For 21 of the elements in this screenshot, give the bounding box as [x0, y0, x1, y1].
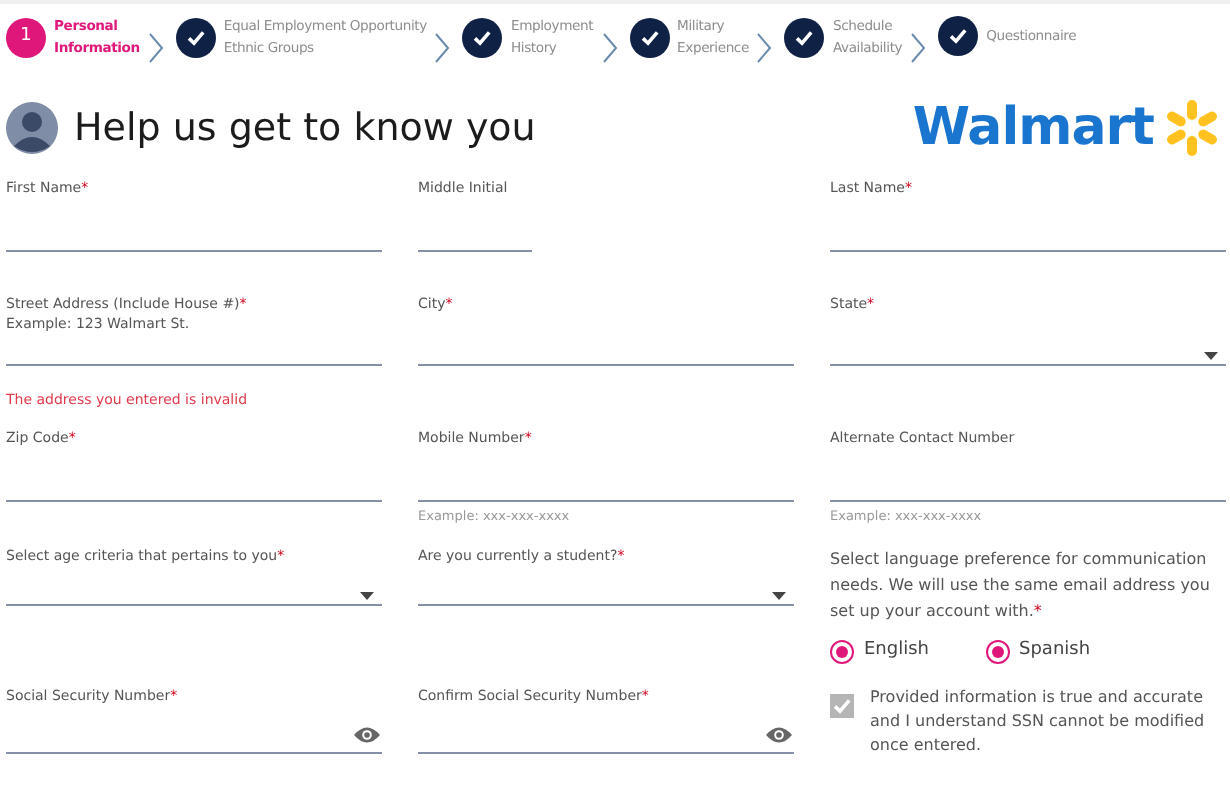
chevron-icon [434, 31, 451, 64]
consent-text: Provided information is true and accurate and I understand SSN cannot be modified once entered. [870, 685, 1207, 758]
chevron-icon [147, 31, 164, 64]
check-icon [629, 18, 670, 58]
field-label: Select language preference for communication needs. We will use the same email address you set up your account with.* [830, 548, 1212, 625]
chevron-icon [756, 31, 773, 64]
radio-option[interactable]: English [830, 638, 929, 666]
spark-icon [1162, 98, 1222, 158]
avatar-icon [6, 102, 58, 154]
chevron-icon [910, 31, 927, 64]
eye-icon[interactable] [354, 725, 380, 747]
check-icon [784, 18, 825, 58]
radio-option[interactable]: Spanish [985, 638, 1091, 666]
check-icon [462, 18, 503, 58]
logo-text: Walmart [912, 95, 1154, 161]
check-icon [938, 16, 979, 56]
check-icon [175, 18, 216, 58]
page-title: Help us get to know you [74, 103, 536, 154]
step-number: 1 [6, 18, 46, 58]
eye-icon[interactable] [766, 725, 792, 747]
chevron-icon [601, 31, 618, 64]
